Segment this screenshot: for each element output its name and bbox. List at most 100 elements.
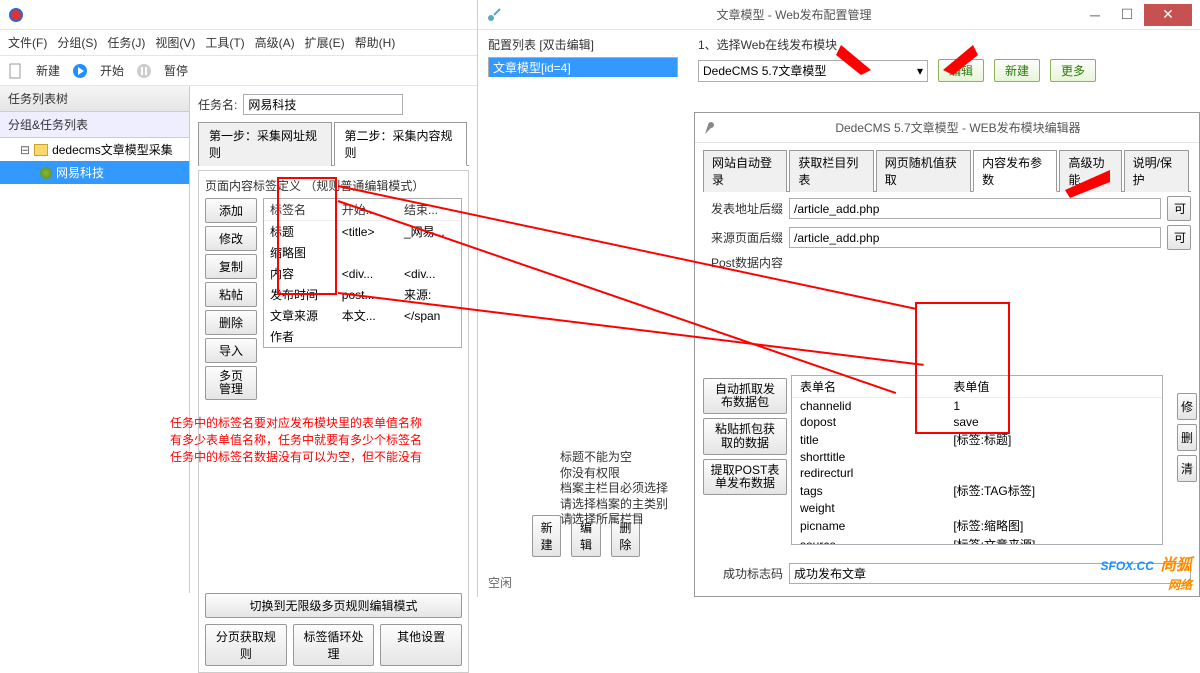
post-right-buttons: 修 删 清	[1177, 393, 1197, 482]
folder-icon	[34, 144, 48, 156]
table-row[interactable]: 文章来源本文...</span	[264, 305, 461, 326]
tree-root-item[interactable]: ⊟ dedecms文章模型采集	[0, 138, 189, 161]
maximize-button[interactable]: ☐	[1112, 4, 1142, 26]
hint-text: 标题不能为空 你没有权限 档案主栏目必须选择 请选择档案的主类别 请选择所属栏目	[560, 450, 668, 528]
task-tree-panel: 任务列表树 分组&任务列表 ⊟ dedecms文章模型采集 网易科技	[0, 86, 190, 593]
minimize-button[interactable]: ─	[1080, 4, 1110, 26]
table-header-row: 标签名 开始... 结束...	[264, 199, 461, 221]
tree-leaf-label: 网易科技	[56, 164, 104, 181]
table-row[interactable]: 内容<div...<div...	[264, 263, 461, 284]
toolbar-new[interactable]: 新建	[30, 60, 66, 81]
table-row[interactable]: source[标签:文章来源]	[792, 535, 1162, 545]
btn-delete[interactable]: 删除	[205, 310, 257, 335]
menu-file[interactable]: 文件(F)	[8, 34, 47, 51]
select-value: DedeCMS 5.7文章模型	[703, 62, 826, 79]
table-row[interactable]: dopostsave	[792, 414, 1162, 430]
table-row[interactable]: 发布时间post...来源:	[264, 284, 461, 305]
watermark-logo: SFOX.CC 尚狐 网络	[1101, 550, 1192, 593]
btn-right-clear[interactable]: 清	[1177, 455, 1197, 482]
btn-add[interactable]: 添加	[205, 198, 257, 223]
tab-autologin[interactable]: 网站自动登录	[703, 150, 787, 192]
btn-auto-capture[interactable]: 自动抓取发 布数据包	[703, 378, 787, 414]
tab-columns[interactable]: 获取栏目列表	[789, 150, 873, 192]
config-manager-window: 文章模型 - Web发布配置管理 ─ ☐ ✕ 配置列表 [双击编辑] 文章模型[…	[477, 0, 1200, 112]
tag-define-group: 页面内容标签定义 （规则普通编辑模式） 添加 修改 复制 粘帖 删除 导入 多页…	[198, 170, 469, 673]
tree-leaf-item[interactable]: 网易科技	[0, 161, 189, 184]
btn-edit[interactable]: 修改	[205, 226, 257, 251]
btn-copy[interactable]: 复制	[205, 254, 257, 279]
config-listbox[interactable]: 文章模型[id=4]	[488, 57, 678, 77]
btn-extract-post[interactable]: 提取POST表 单发布数据	[703, 459, 787, 495]
btn-edit-module[interactable]: 编辑	[938, 59, 984, 82]
addr-input[interactable]	[789, 198, 1161, 219]
step-tabs: 第一步：采集网址规则 第二步：采集内容规则	[198, 121, 469, 166]
menu-group[interactable]: 分组(S)	[57, 34, 97, 51]
app-titlebar	[0, 0, 477, 30]
btn-paste[interactable]: 粘帖	[205, 282, 257, 307]
editor-title: DedeCMS 5.7文章模型 - WEB发布模块编辑器	[725, 119, 1191, 136]
menu-help[interactable]: 帮助(H)	[355, 34, 396, 51]
module-select[interactable]: DedeCMS 5.7文章模型 ▾	[698, 60, 928, 82]
chevron-down-icon: ▾	[917, 64, 923, 78]
addr-label: 发表地址后缀	[703, 200, 783, 217]
toolbar-start[interactable]: 开始	[94, 60, 130, 81]
btn-import[interactable]: 导入	[205, 338, 257, 363]
btn-src-ok[interactable]: 可	[1167, 225, 1191, 250]
btn-more-module[interactable]: 更多	[1050, 59, 1096, 82]
btn-paste-capture[interactable]: 粘贴抓包获 取的数据	[703, 418, 787, 454]
table-row[interactable]: weight	[792, 500, 1162, 516]
th-end: 结束...	[398, 199, 461, 221]
tab-random[interactable]: 网页随机值获取	[876, 150, 971, 192]
table-row[interactable]: TAG标签name..."/>	[264, 347, 461, 348]
post-form-table[interactable]: 表单名表单值 channelid1 dopostsave title[标签:标题…	[791, 375, 1163, 545]
btn-multipage[interactable]: 多页 管理	[205, 366, 257, 400]
table-row[interactable]: picname[标签:缩略图]	[792, 516, 1162, 535]
menu-view[interactable]: 视图(V)	[155, 34, 195, 51]
close-button[interactable]: ✕	[1144, 4, 1192, 26]
table-row[interactable]: tags[标签:TAG标签]	[792, 481, 1162, 500]
table-row[interactable]: title[标签:标题]	[792, 430, 1162, 449]
config-title: 文章模型 - Web发布配置管理	[508, 6, 1080, 23]
group-title: 页面内容标签定义 （规则普通编辑模式）	[205, 177, 462, 194]
btn-other[interactable]: 其他设置	[380, 624, 462, 666]
module-editor-window: DedeCMS 5.7文章模型 - WEB发布模块编辑器 网站自动登录 获取栏目…	[694, 112, 1200, 597]
btn-new-module[interactable]: 新建	[994, 59, 1040, 82]
post-label: Post数据内容	[703, 254, 783, 271]
post-side-buttons: 自动抓取发 布数据包 粘贴抓包获 取的数据 提取POST表 单发布数据	[703, 378, 787, 495]
table-row[interactable]: channelid1	[792, 398, 1162, 415]
table-row[interactable]: 标题<title>_网易...	[264, 221, 461, 243]
doc-icon	[8, 63, 24, 79]
btn-page-rule[interactable]: 分页获取规则	[205, 624, 287, 666]
tab-publish-params[interactable]: 内容发布参数	[973, 150, 1057, 192]
tag-table[interactable]: 标签名 开始... 结束... 标题<title>_网易... 缩略图 内容<d…	[263, 198, 462, 348]
task-name-input[interactable]	[243, 94, 403, 115]
tab-advanced[interactable]: 高级功能	[1059, 150, 1121, 192]
btn-right-edit[interactable]: 修	[1177, 393, 1197, 420]
table-row[interactable]: shorttitle	[792, 449, 1162, 465]
toolbar-pause[interactable]: 暂停	[158, 60, 194, 81]
menu-ext[interactable]: 扩展(E)	[305, 34, 345, 51]
menu-advanced[interactable]: 高级(A)	[255, 34, 295, 51]
tab-step2[interactable]: 第二步：采集内容规则	[334, 122, 468, 166]
tab-step1[interactable]: 第一步：采集网址规则	[198, 122, 332, 166]
btn-right-del[interactable]: 删	[1177, 424, 1197, 451]
satellite-icon	[486, 7, 502, 23]
menu-task[interactable]: 任务(J)	[107, 34, 145, 51]
play-icon	[72, 63, 88, 79]
table-row[interactable]: 作者	[264, 326, 461, 347]
editor-titlebar: DedeCMS 5.7文章模型 - WEB发布模块编辑器	[695, 113, 1199, 143]
tab-info[interactable]: 说明/保护	[1124, 150, 1189, 192]
src-label: 来源页面后缀	[703, 229, 783, 246]
tree-root-label: dedecms文章模型采集	[52, 141, 173, 158]
btn-addr-ok[interactable]: 可	[1167, 196, 1191, 221]
form-table-header: 表单名表单值	[792, 376, 1162, 398]
src-input[interactable]	[789, 227, 1161, 248]
list-item[interactable]: 文章模型[id=4]	[489, 58, 677, 77]
table-row[interactable]: 缩略图	[264, 242, 461, 263]
btn-new2[interactable]: 新建	[532, 515, 561, 557]
table-row[interactable]: redirecturl	[792, 465, 1162, 481]
task-edit-panel: 任务名: 第一步：采集网址规则 第二步：采集内容规则 页面内容标签定义 （规则普…	[190, 86, 477, 593]
menu-tools[interactable]: 工具(T)	[205, 34, 244, 51]
btn-tag-loop[interactable]: 标签循环处理	[293, 624, 375, 666]
main-app-window: 文件(F) 分组(S) 任务(J) 视图(V) 工具(T) 高级(A) 扩展(E…	[0, 0, 477, 597]
